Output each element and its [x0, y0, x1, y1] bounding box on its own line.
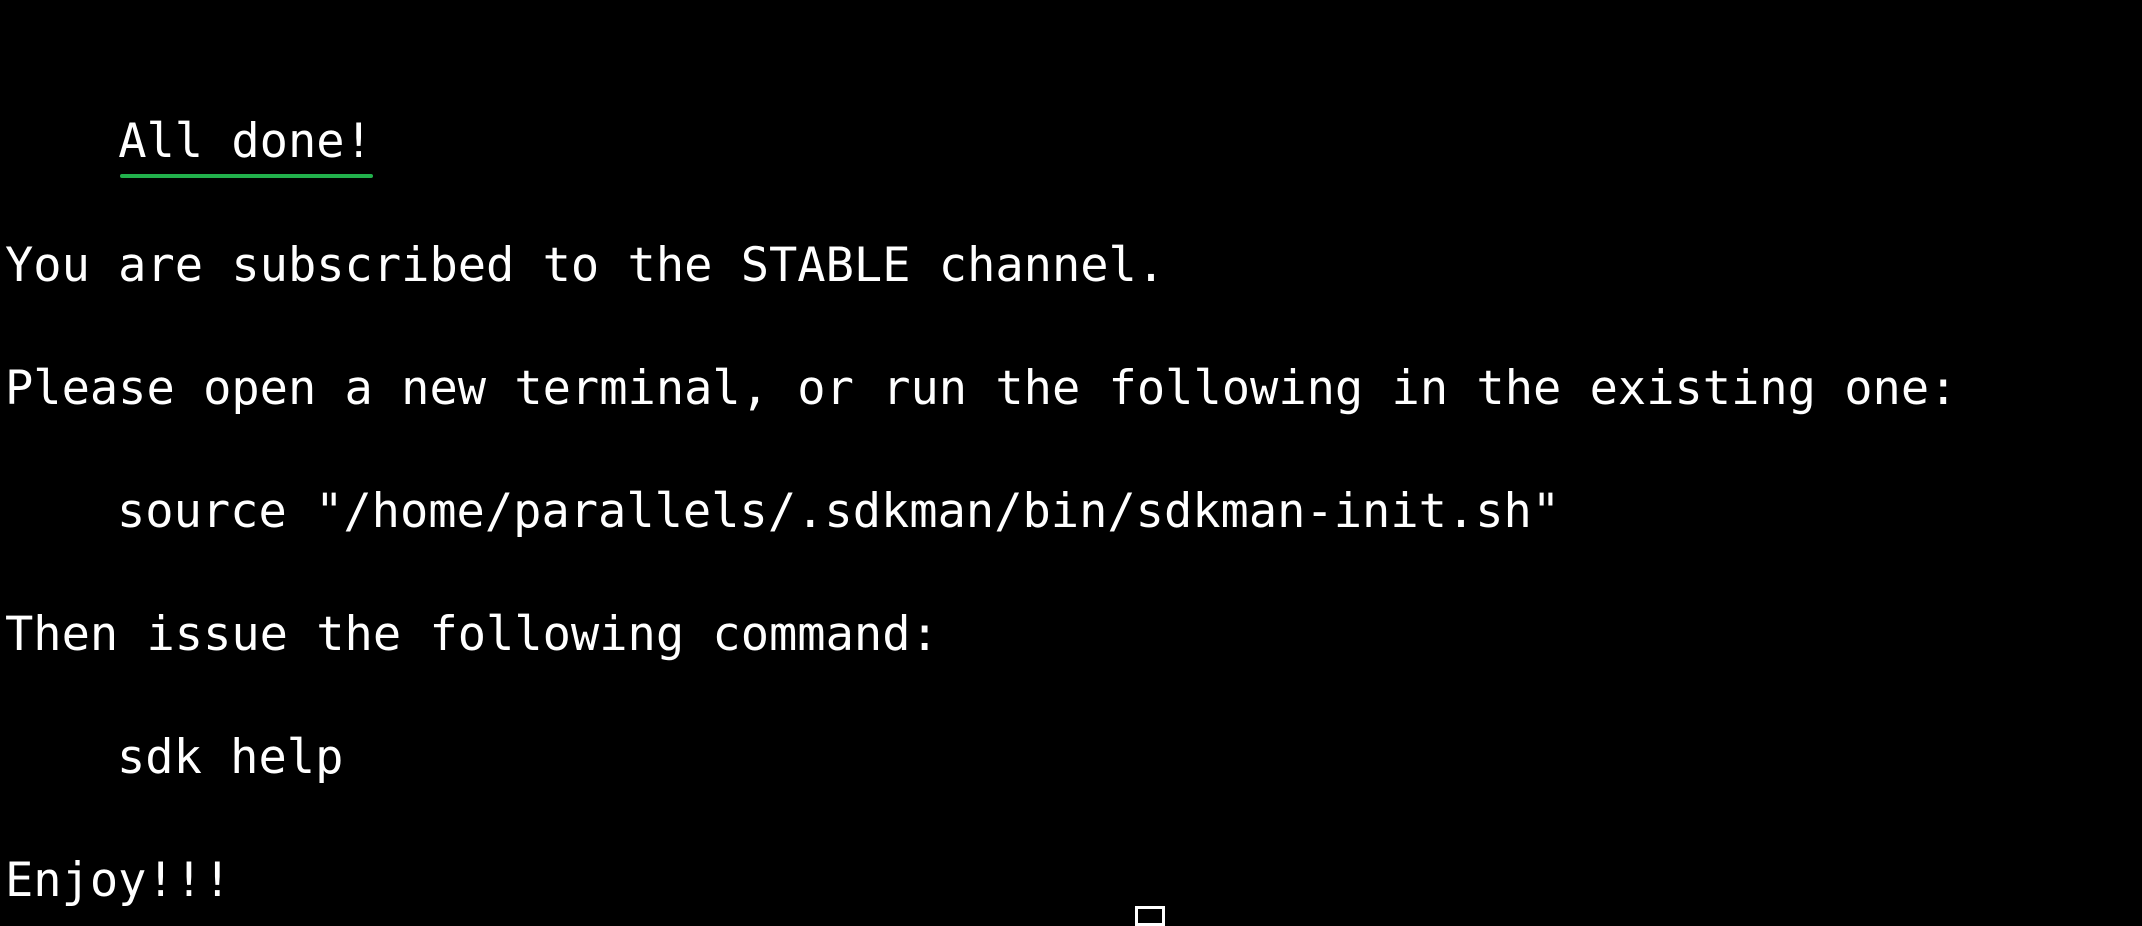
subscribed-line: You are subscribed to the STABLE channel… — [5, 238, 1166, 293]
text-cursor — [1135, 906, 1165, 926]
terminal-output[interactable]: All done! You are subscribed to the STAB… — [0, 0, 2142, 926]
open-terminal-line: Please open a new terminal, or run the f… — [5, 361, 1958, 416]
enjoy-line: Enjoy!!! — [5, 853, 232, 908]
sdk-help-line: sdk help — [117, 730, 344, 785]
issue-command-line: Then issue the following command: — [5, 607, 939, 662]
all-done-text: All done! — [118, 112, 373, 178]
source-command-line: source "/home/parallels/.sdkman/bin/sdkm… — [117, 484, 1561, 539]
all-done-line: All done! — [5, 52, 373, 178]
